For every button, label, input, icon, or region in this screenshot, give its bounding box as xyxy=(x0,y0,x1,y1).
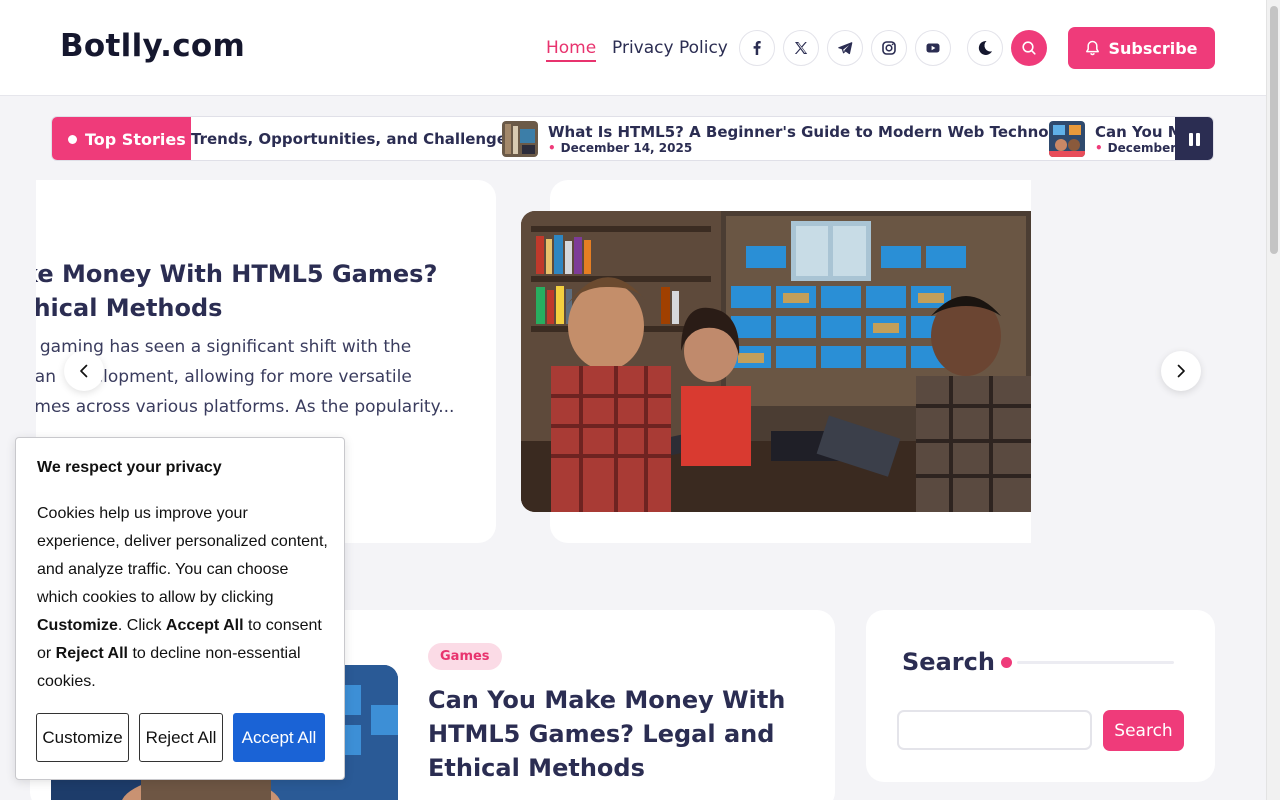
widget-title: Search xyxy=(902,648,995,676)
ticker-thumbnail xyxy=(502,121,538,157)
moon-icon xyxy=(978,40,992,55)
slider-next-button[interactable] xyxy=(1161,351,1201,391)
post-title[interactable]: Can You Make Money With HTML5 Games? Leg… xyxy=(428,683,808,785)
cookie-consent-banner: We respect your privacy Cookies help us … xyxy=(15,437,345,780)
ticker-label-text: Top Stories xyxy=(85,130,186,149)
telegram-button[interactable] xyxy=(827,30,863,66)
slider-prev-button[interactable] xyxy=(64,351,104,391)
instagram-button[interactable] xyxy=(871,30,907,66)
ticker-dot-icon xyxy=(68,135,77,144)
ticker-item[interactable]: What Is HTML5? A Beginner's Guide to Mod… xyxy=(502,121,1085,157)
cookie-message: Cookies help us improve your experience,… xyxy=(37,505,328,690)
slide-excerpt: e gaming has seen a significant shift wi… xyxy=(36,337,455,417)
ticker-item[interactable]: Can You Ma December 14 xyxy=(1049,121,1177,157)
header-search-button[interactable] xyxy=(1011,30,1047,66)
youtube-icon xyxy=(926,43,940,53)
ticker-thumbnail xyxy=(1049,121,1085,157)
post-category-badge[interactable]: Games xyxy=(428,643,502,670)
ticker-item-title: Can You Ma xyxy=(1095,123,1177,141)
ticker-item-title: Trends, Opportunities, and Challenges xyxy=(191,130,516,148)
site-header: Botlly.com Home Privacy Policy Subscribe xyxy=(0,0,1266,96)
ticker-label: Top Stories xyxy=(52,117,191,160)
search-widget: Search Search xyxy=(866,610,1215,782)
slide-title[interactable]: ke Money With HTML5 Games? thical Method… xyxy=(36,257,496,325)
page-scrollbar[interactable] xyxy=(1266,0,1280,800)
nav-home-link[interactable]: Home xyxy=(546,38,597,62)
cookie-customize-button[interactable]: Customize xyxy=(36,713,129,762)
subscribe-label: Subscribe xyxy=(1108,38,1198,58)
chevron-left-icon xyxy=(80,364,88,378)
ticker-item-date: December 14, 2025 xyxy=(548,141,1085,155)
subscribe-button[interactable]: Subscribe xyxy=(1068,27,1215,69)
top-stories-ticker: Top Stories Trends, Opportunities, and C… xyxy=(51,116,1214,161)
search-input[interactable] xyxy=(897,710,1092,750)
search-icon xyxy=(1022,41,1036,55)
cookie-title: We respect your privacy xyxy=(37,459,222,476)
pause-icon xyxy=(1188,133,1193,146)
x-icon xyxy=(794,42,808,54)
widget-title-divider xyxy=(1017,661,1174,664)
ticker-item-date: December 14 xyxy=(1095,141,1177,155)
facebook-button[interactable] xyxy=(739,30,775,66)
chevron-right-icon xyxy=(1177,364,1185,378)
telegram-icon xyxy=(838,42,853,55)
ticker-item-title: What Is HTML5? A Beginner's Guide to Mod… xyxy=(548,123,1085,141)
facebook-icon xyxy=(753,41,761,55)
slide-image[interactable] xyxy=(521,211,1031,512)
scrollbar-thumb[interactable] xyxy=(1270,6,1278,254)
nav-privacy-link[interactable]: Privacy Policy xyxy=(612,38,728,58)
x-button[interactable] xyxy=(783,30,819,66)
search-submit-button[interactable]: Search xyxy=(1103,710,1184,751)
dark-mode-toggle[interactable] xyxy=(967,30,1003,66)
cookie-accept-button[interactable]: Accept All xyxy=(233,713,325,762)
widget-title-dot xyxy=(1001,657,1012,668)
site-logo[interactable]: Botlly.com xyxy=(60,28,245,64)
cookie-reject-button[interactable]: Reject All xyxy=(139,713,223,762)
ticker-pause-button[interactable] xyxy=(1175,117,1213,160)
youtube-button[interactable] xyxy=(915,30,951,66)
ticker-item[interactable]: Trends, Opportunities, and Challenges xyxy=(191,121,516,157)
instagram-icon xyxy=(882,41,896,55)
pause-icon xyxy=(1195,133,1200,146)
bell-icon xyxy=(1086,40,1100,56)
ticker-track: Trends, Opportunities, and Challenges Wh… xyxy=(191,117,1177,160)
slide-photo xyxy=(521,211,1031,512)
